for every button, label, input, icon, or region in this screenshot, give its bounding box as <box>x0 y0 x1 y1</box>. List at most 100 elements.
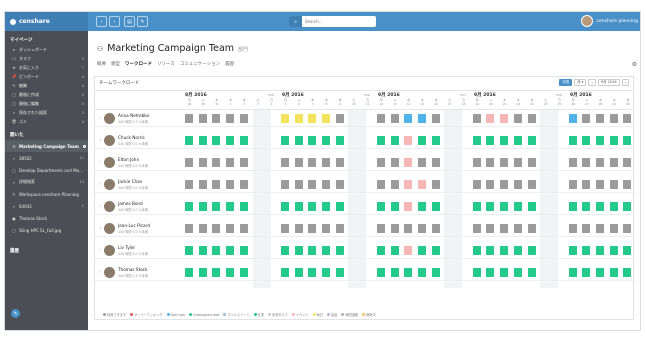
workload-cell[interactable] <box>322 268 330 277</box>
workload-cell[interactable] <box>239 224 248 233</box>
expand-chevron-icon[interactable]: › <box>100 248 101 252</box>
workload-cell[interactable] <box>280 180 289 189</box>
tab[interactable]: 概要 <box>97 61 106 67</box>
workload-cell[interactable] <box>294 268 303 277</box>
workload-cell[interactable] <box>212 246 221 255</box>
workload-cell[interactable] <box>500 202 509 211</box>
workload-cell[interactable] <box>185 114 193 123</box>
workload-cell[interactable] <box>239 180 248 189</box>
date-display[interactable]: 9月 2016 <box>597 79 620 86</box>
workload-cell[interactable] <box>472 246 481 255</box>
tab[interactable]: リソース <box>157 61 175 67</box>
workload-cell[interactable] <box>308 180 317 189</box>
workload-cell[interactable] <box>417 114 426 123</box>
person-name[interactable]: Chuck Norris <box>118 135 145 140</box>
workload-cell[interactable] <box>376 158 385 167</box>
workload-cell[interactable] <box>500 268 509 277</box>
edit-fab[interactable]: ✎ <box>11 309 20 318</box>
workload-cell[interactable] <box>294 202 303 211</box>
workload-cell[interactable] <box>513 158 522 167</box>
person-name[interactable]: Anna Netrebko <box>118 113 149 118</box>
range-select[interactable]: 月 ▾ <box>574 79 587 86</box>
workload-cell[interactable] <box>294 246 303 255</box>
workload-cell[interactable] <box>623 180 632 189</box>
workload-cell[interactable] <box>294 158 303 167</box>
workload-cell[interactable] <box>513 114 522 123</box>
expand-chevron-icon[interactable]: › <box>100 204 101 208</box>
workload-cell[interactable] <box>198 180 207 189</box>
workload-cell[interactable] <box>486 224 495 233</box>
sidebar-item[interactable]: ▢ 最後に編集 5 <box>5 99 88 108</box>
workload-cell[interactable] <box>322 246 330 255</box>
workload-cell[interactable] <box>239 158 248 167</box>
workload-cell[interactable] <box>596 246 604 255</box>
workload-cell[interactable] <box>431 180 440 189</box>
workload-cell[interactable] <box>404 180 413 189</box>
workload-cell[interactable] <box>335 136 344 145</box>
workload-cell[interactable] <box>568 114 577 123</box>
person-name[interactable]: Jackie Chan <box>118 179 142 184</box>
workload-cell[interactable] <box>280 114 289 123</box>
workload-cell[interactable] <box>404 224 413 233</box>
workload-cell[interactable] <box>431 224 440 233</box>
workload-cell[interactable] <box>513 136 522 145</box>
workload-cell[interactable] <box>596 114 604 123</box>
search-icon[interactable]: ⌕ <box>289 16 302 27</box>
workload-cell[interactable] <box>239 136 248 145</box>
tab[interactable]: ワークロード <box>125 61 152 67</box>
workload-cell[interactable] <box>390 202 399 211</box>
workload-cell[interactable] <box>582 180 591 189</box>
next-button[interactable]: › <box>621 79 629 86</box>
prev-button[interactable]: ‹ <box>588 79 596 86</box>
workload-cell[interactable] <box>568 136 577 145</box>
tab[interactable]: 親型 <box>111 61 120 67</box>
open-item[interactable]: ⚙ Marketing Campaign Team <box>5 140 88 152</box>
person-name[interactable]: James Bond <box>118 201 143 206</box>
sidebar-item[interactable]: ▢ 最後に作成 2 <box>5 90 88 99</box>
workload-cell[interactable] <box>226 224 235 233</box>
workload-cell[interactable] <box>486 268 495 277</box>
workload-cell[interactable] <box>198 114 207 123</box>
person-name[interactable]: Elton John <box>118 157 139 162</box>
sidebar-section-history[interactable]: 履歴 <box>5 242 88 256</box>
workload-cell[interactable] <box>185 136 193 145</box>
workload-cell[interactable] <box>390 180 399 189</box>
workload-cell[interactable] <box>527 136 536 145</box>
sidebar-item[interactable]: 📌 ピンボード 5 <box>5 72 88 81</box>
workload-cell[interactable] <box>596 224 604 233</box>
workload-cell[interactable] <box>623 224 632 233</box>
workload-cell[interactable] <box>417 268 426 277</box>
workload-cell[interactable] <box>527 158 536 167</box>
workload-cell[interactable] <box>609 180 618 189</box>
workload-cell[interactable] <box>623 136 632 145</box>
workload-cell[interactable] <box>226 202 235 211</box>
workload-cell[interactable] <box>404 158 413 167</box>
workload-cell[interactable] <box>308 114 317 123</box>
workload-cell[interactable] <box>486 246 495 255</box>
workload-cell[interactable] <box>596 158 604 167</box>
workload-cell[interactable] <box>239 268 248 277</box>
workload-cell[interactable] <box>568 224 577 233</box>
workload-cell[interactable] <box>280 158 289 167</box>
workload-cell[interactable] <box>431 136 440 145</box>
open-item[interactable]: ● Thomas Stock <box>5 212 88 224</box>
workload-cell[interactable] <box>212 158 221 167</box>
workload-cell[interactable] <box>527 268 536 277</box>
workload-cell[interactable] <box>335 114 344 123</box>
workload-cell[interactable] <box>212 180 221 189</box>
workload-cell[interactable] <box>596 268 604 277</box>
workload-cell[interactable] <box>198 224 207 233</box>
workload-cell[interactable] <box>568 246 577 255</box>
workload-cell[interactable] <box>404 268 413 277</box>
workload-cell[interactable] <box>596 202 604 211</box>
workload-cell[interactable] <box>376 224 385 233</box>
workload-cell[interactable] <box>226 158 235 167</box>
workload-cell[interactable] <box>582 268 591 277</box>
workload-cell[interactable] <box>404 136 413 145</box>
workload-cell[interactable] <box>322 114 330 123</box>
workload-cell[interactable] <box>431 114 440 123</box>
workload-cell[interactable] <box>294 180 303 189</box>
sidebar-item[interactable]: ☐ タスク 3 <box>5 54 88 63</box>
person-name[interactable]: Liv Tyler <box>118 245 135 250</box>
workload-cell[interactable] <box>308 158 317 167</box>
